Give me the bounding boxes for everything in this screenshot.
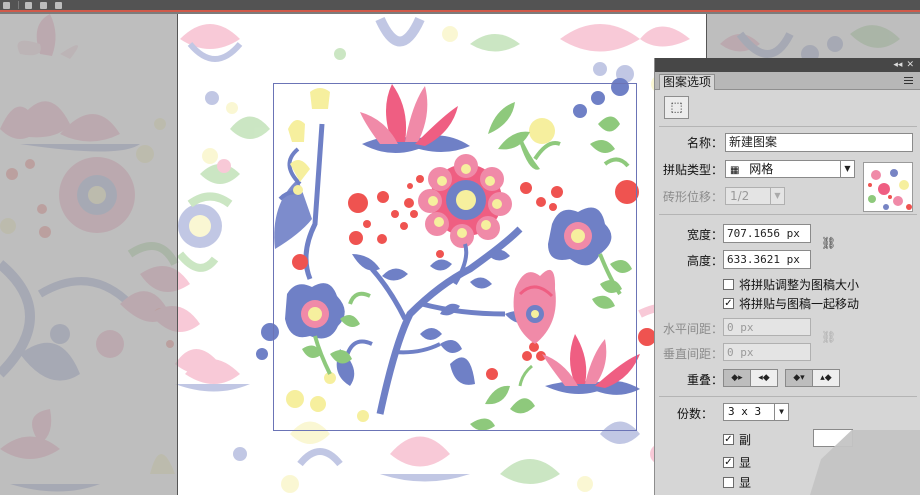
chevron-down-icon: ▼	[774, 404, 788, 420]
chevron-down-icon: ▼	[840, 161, 854, 177]
toolbar-item-save-copy[interactable]	[25, 1, 34, 9]
divider	[659, 396, 917, 397]
overlap-right-in-front-button[interactable]: ◂◆	[750, 369, 778, 387]
toolbar-item-done[interactable]	[40, 1, 49, 9]
checkmark-icon[interactable]: ✓	[723, 457, 734, 468]
checkbox-box[interactable]	[723, 477, 734, 488]
show-swatch-bounds-checkbox[interactable]: 显	[723, 474, 751, 491]
height-input[interactable]: 633.3621 px	[723, 250, 811, 269]
link-chain-icon[interactable]: ⛓	[821, 236, 836, 250]
brick-offset-select[interactable]: 1/2 ▼	[725, 187, 785, 205]
pattern-tile-boundary[interactable]	[273, 83, 637, 431]
chevron-down-icon: ▼	[770, 188, 784, 204]
dim-copies-checkbox[interactable]: ✓ 副	[723, 431, 751, 448]
toolbar-separator	[18, 1, 19, 9]
pattern-icon	[3, 1, 10, 9]
checkmark-icon[interactable]: ✓	[723, 298, 734, 309]
dimmed-copy-left	[0, 14, 177, 495]
vertical-spacing-label: 垂直间距：	[662, 347, 723, 361]
vertical-spacing-input[interactable]: 0 px	[723, 343, 811, 361]
toolbar-item-cancel[interactable]	[55, 1, 64, 9]
tile-type-label: 拼贴类型：	[662, 163, 723, 177]
toolbar-item-0[interactable]	[3, 1, 12, 9]
width-input[interactable]: 707.1656 px	[723, 224, 811, 243]
horizontal-spacing-input[interactable]: 0 px	[723, 318, 811, 336]
overlap-bottom-in-front-button[interactable]: ▴◆	[812, 369, 840, 387]
name-label: 名称：	[686, 136, 723, 150]
collapse-icon[interactable]: ◂◂	[893, 60, 902, 70]
cancel-icon	[55, 1, 62, 9]
divider	[659, 214, 917, 215]
overlap-top-in-front-button[interactable]: ◆▾	[785, 369, 813, 387]
tile-edit-tool-button[interactable]: ⬚	[664, 96, 689, 119]
width-label: 宽度：	[686, 228, 723, 242]
checkmark-icon[interactable]: ✓	[723, 434, 734, 445]
tile-type-select[interactable]: ▦ 网格 ▼	[725, 160, 855, 178]
tile-edit-tool-icon: ⬚	[670, 100, 683, 115]
close-icon[interactable]: ✕	[906, 60, 914, 70]
copies-label: 份数：	[676, 407, 713, 421]
panel-titlebar: ◂◂ ✕	[655, 58, 920, 72]
divider	[659, 126, 917, 127]
horizontal-spacing-label: 水平间距：	[662, 322, 723, 336]
panel-menu-icon[interactable]	[902, 75, 914, 85]
panel-tab-strip: 图案选项	[655, 72, 920, 90]
pattern-swatch-preview	[863, 162, 913, 212]
pattern-options-panel: ◂◂ ✕ 图案选项 ⬚ 名称： 新建图案 拼贴类型： ▦ 网格 ▼ 砖形位移： …	[654, 58, 920, 495]
show-tile-edge-checkbox[interactable]: ✓ 显	[723, 454, 751, 471]
brick-offset-label: 砖形位移：	[662, 190, 723, 204]
link-chain-icon: ⛓	[821, 330, 837, 344]
overlap-label: 重叠：	[686, 373, 723, 387]
name-input[interactable]: 新建图案	[725, 133, 913, 152]
move-tile-checkbox[interactable]: ✓ 将拼贴与图稿一起移动	[723, 295, 859, 312]
height-label: 高度：	[686, 254, 723, 268]
overlap-left-in-front-button[interactable]: ◆▸	[723, 369, 751, 387]
checkbox-box[interactable]	[723, 279, 734, 290]
tab-pattern-options[interactable]: 图案选项	[659, 74, 715, 90]
grid-icon: ▦	[730, 165, 740, 176]
resize-tile-checkbox[interactable]: 将拼贴调整为图稿大小	[723, 276, 859, 293]
save-copy-icon	[25, 1, 32, 9]
document-toolbar	[0, 0, 920, 12]
artboard-edge-left	[177, 14, 178, 495]
checkmark-icon	[40, 1, 47, 9]
copies-select[interactable]: 3 x 3 ▼	[723, 403, 789, 421]
